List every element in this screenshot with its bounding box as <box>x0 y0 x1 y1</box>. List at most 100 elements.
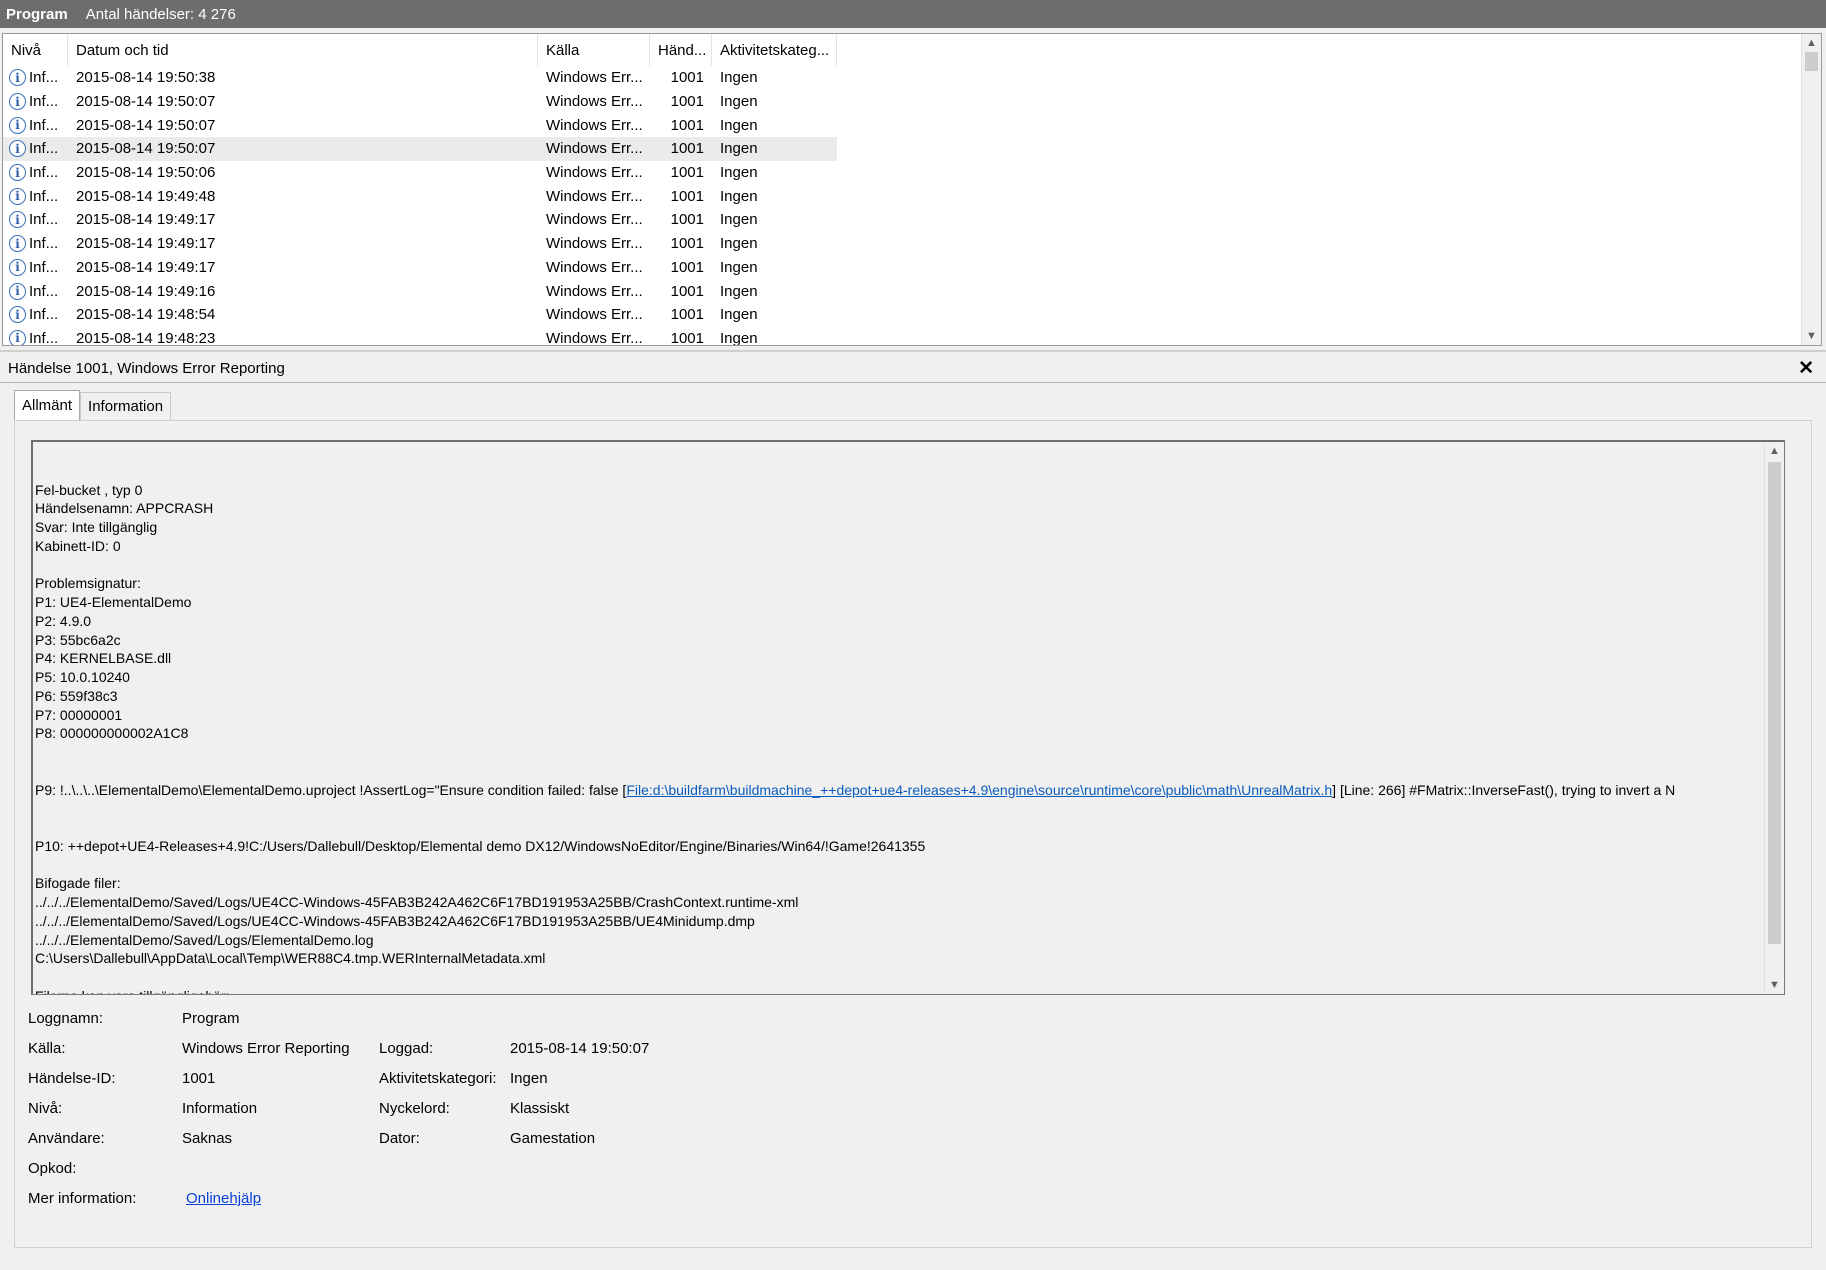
table-row[interactable]: i Inf... 2015-08-14 19:49:17 Windows Err...… <box>3 256 837 280</box>
row-date: 2015-08-14 19:49:17 <box>76 258 216 276</box>
table-row[interactable]: i Inf... 2015-08-14 19:49:17 Windows Err...… <box>3 208 837 232</box>
table-row[interactable]: i Inf... 2015-08-14 19:50:38 Windows Err...… <box>3 66 837 90</box>
table-row[interactable]: i Inf... 2015-08-14 19:49:48 Windows Err...… <box>3 184 837 208</box>
row-date: 2015-08-14 19:48:54 <box>76 306 216 324</box>
log-name-label: Loggnamn: <box>28 1010 104 1027</box>
info-icon: i <box>9 69 26 87</box>
description-line: C:\Users\Dallebull\AppData\Local\Temp\WE… <box>35 950 546 967</box>
info-icon: i <box>9 235 26 253</box>
event-id-value: 1001 <box>182 1070 216 1087</box>
row-source: Windows Err... <box>546 93 643 111</box>
row-event-id: 1001 <box>670 235 704 253</box>
row-event-id: 1001 <box>670 164 704 182</box>
event-list[interactable]: Nivå Datum och tid Källa Händ... Aktivit… <box>2 33 1822 346</box>
row-event-id: 1001 <box>670 282 704 300</box>
user-value: Saknas <box>182 1130 233 1147</box>
log-header-bar: Program Antal händelser: 4 276 <box>0 0 1826 28</box>
tab-general[interactable]: Allmänt <box>14 390 81 420</box>
description-line: P7: 00000001 <box>35 706 123 723</box>
arrow-down-icon[interactable]: ▼ <box>1765 976 1784 994</box>
row-level: i Inf... <box>3 329 68 345</box>
column-header-task-category[interactable]: Aktivitetskateg... <box>712 34 837 66</box>
description-line: Problemsignatur: <box>35 575 141 592</box>
computer-label: Dator: <box>379 1130 420 1147</box>
scrollbar-thumb[interactable] <box>1805 52 1818 71</box>
tab-details[interactable]: Information <box>80 392 172 420</box>
more-info-label: Mer information: <box>28 1190 137 1207</box>
row-event-id: 1001 <box>670 329 704 346</box>
general-tab-panel: Fel-bucket , typ 0 Händelsenamn: APPCRASH… <box>14 420 1812 1248</box>
row-date: 2015-08-14 19:49:16 <box>76 282 216 300</box>
pane-splitter[interactable] <box>0 350 1826 352</box>
computer-value: Gamestation <box>510 1130 596 1147</box>
column-header-date[interactable]: Datum och tid <box>68 34 538 66</box>
event-list-scrollbar[interactable]: ▲ ▼ <box>1801 34 1821 345</box>
row-source: Windows Err... <box>546 306 643 324</box>
info-icon: i <box>9 329 26 345</box>
online-help-link[interactable]: Onlinehjälp <box>186 1190 261 1207</box>
table-row[interactable]: i Inf... 2015-08-14 19:49:16 Windows Err...… <box>3 279 837 303</box>
event-description-box[interactable]: Fel-bucket , typ 0 Händelsenamn: APPCRASH… <box>31 440 1785 995</box>
description-line: P8: 000000000002A1C8 <box>35 725 189 742</box>
table-row[interactable]: i Inf... 2015-08-14 19:48:54 Windows Err...… <box>3 303 837 327</box>
event-count: Antal händelser: 4 276 <box>85 5 236 23</box>
table-row[interactable]: i Inf... 2015-08-14 19:49:17 Windows Err...… <box>3 232 837 256</box>
description-line: P5: 10.0.10240 <box>35 669 130 685</box>
row-source: Windows Err... <box>546 258 643 276</box>
row-category: Ingen <box>720 140 758 158</box>
row-event-id: 1001 <box>670 140 704 158</box>
table-row[interactable]: i Inf... 2015-08-14 19:50:07 Windows Err...… <box>3 113 837 137</box>
info-icon: i <box>9 211 26 229</box>
row-source: Windows Err... <box>546 69 643 87</box>
description-line: P2: 4.9.0 <box>35 612 92 629</box>
arrow-up-icon[interactable]: ▲ <box>1802 34 1821 52</box>
table-row[interactable]: i Inf... 2015-08-14 19:48:23 Windows Err...… <box>3 327 837 346</box>
table-row[interactable]: i Inf... 2015-08-14 19:50:06 Windows Err...… <box>3 161 837 185</box>
row-level: i Inf... <box>3 258 68 276</box>
file-link[interactable]: File:d:\buildfarm\buildmachine_++depot+u… <box>626 782 1332 798</box>
description-line <box>35 968 1751 987</box>
description-scrollbar[interactable]: ▲ ▼ <box>1764 442 1784 994</box>
info-icon: i <box>9 306 26 324</box>
row-event-id: 1001 <box>670 187 704 205</box>
table-row[interactable]: i Inf... 2015-08-14 19:50:07 Windows Err...… <box>3 90 837 114</box>
row-level: i Inf... <box>3 164 68 182</box>
scrollbar-thumb[interactable] <box>1768 462 1781 944</box>
column-header-event-id[interactable]: Händ... <box>650 34 712 66</box>
row-category: Ingen <box>720 282 758 300</box>
arrow-up-icon[interactable]: ▲ <box>1765 442 1784 460</box>
row-source: Windows Err... <box>546 329 643 346</box>
source-value: Windows Error Reporting <box>182 1040 350 1057</box>
info-icon: i <box>9 140 26 158</box>
row-category: Ingen <box>720 258 758 276</box>
row-level: i Inf... <box>3 116 68 134</box>
table-row[interactable]: i Inf... 2015-08-14 19:50:07 Windows Err...… <box>3 137 837 161</box>
user-label: Användare: <box>28 1130 105 1147</box>
event-list-header: Nivå Datum och tid Källa Händ... Aktivit… <box>3 34 837 66</box>
column-header-source[interactable]: Källa <box>538 34 650 66</box>
row-event-id: 1001 <box>670 93 704 111</box>
description-line <box>35 556 1751 575</box>
info-icon: i <box>9 164 26 182</box>
info-icon: i <box>9 258 26 276</box>
row-category: Ingen <box>720 187 758 205</box>
arrow-down-icon[interactable]: ▼ <box>1802 327 1821 345</box>
detail-pane-header: Händelse 1001, Windows Error Reporting ✕ <box>0 355 1826 383</box>
level-label: Nivå: <box>28 1100 63 1117</box>
column-header-level[interactable]: Nivå <box>3 34 68 66</box>
row-date: 2015-08-14 19:49:17 <box>76 235 216 253</box>
row-date: 2015-08-14 19:49:17 <box>76 211 216 229</box>
row-source: Windows Err... <box>546 235 643 253</box>
description-line: Filerna kan vara tillgängligahär: <box>35 987 1751 994</box>
close-icon[interactable]: ✕ <box>1798 357 1814 380</box>
info-icon: i <box>9 187 26 205</box>
row-source: Windows Err... <box>546 164 643 182</box>
row-event-id: 1001 <box>670 69 704 87</box>
description-line: ../../../ElementalDemo/Saved/Logs/UE4CC-… <box>35 912 755 929</box>
row-category: Ingen <box>720 329 758 346</box>
row-event-id: 1001 <box>670 116 704 134</box>
level-value: Information <box>182 1100 258 1117</box>
event-id-label: Händelse-ID: <box>28 1070 116 1087</box>
row-level: i Inf... <box>3 187 68 205</box>
row-category: Ingen <box>720 306 758 324</box>
